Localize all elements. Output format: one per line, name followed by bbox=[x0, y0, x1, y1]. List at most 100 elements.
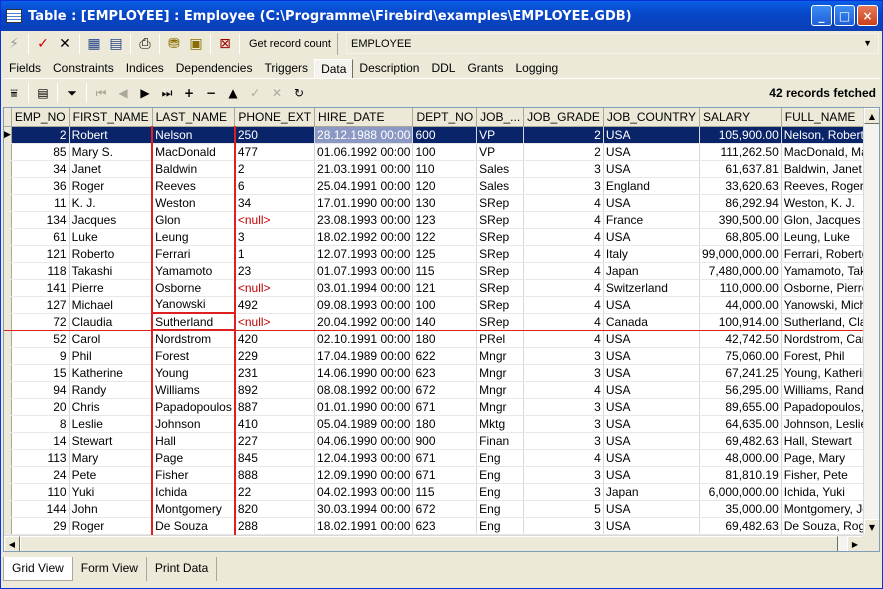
grid-cell[interactable]: Mary S. bbox=[69, 143, 153, 161]
grid-cell[interactable]: Phil bbox=[69, 347, 153, 365]
grid-cell[interactable]: 477 bbox=[234, 143, 316, 161]
grid-cell[interactable]: 672 bbox=[412, 381, 478, 399]
grid-cell[interactable]: 3 bbox=[523, 347, 604, 365]
grid-cell[interactable]: 229 bbox=[234, 347, 316, 365]
grid-cell[interactable]: 03.01.1994 00:00 bbox=[314, 279, 414, 297]
grid-cell[interactable]: SRep bbox=[476, 279, 525, 297]
grid-cell[interactable]: SRep bbox=[476, 211, 525, 229]
grid-cell[interactable]: Carol bbox=[69, 330, 153, 348]
table-row[interactable]: 52 Carol Nordstrom 420 02.10.1991 00:00 180 PR… bbox=[4, 330, 879, 348]
grid-cell[interactable]: 121 bbox=[412, 279, 478, 297]
grid-cell[interactable]: 75,060.00 bbox=[699, 347, 782, 365]
row-indicator[interactable] bbox=[4, 432, 12, 450]
grid-cell[interactable]: 144 bbox=[11, 500, 70, 518]
grid-cell[interactable]: 89,655.00 bbox=[699, 398, 782, 416]
row-indicator[interactable] bbox=[4, 160, 12, 178]
grid-cell[interactable]: Yuki bbox=[69, 483, 153, 501]
grid-cell[interactable]: 141 bbox=[11, 279, 70, 297]
grid-cell[interactable]: 61,637.81 bbox=[699, 160, 782, 178]
column-header[interactable]: DEPT_NO bbox=[412, 108, 478, 127]
scroll-left-icon[interactable]: ◀ bbox=[4, 536, 20, 551]
grid-cell[interactable]: Sales bbox=[476, 160, 525, 178]
column-header[interactable]: EMP_NO bbox=[11, 108, 70, 127]
maximize-button[interactable]: □ bbox=[834, 5, 855, 26]
table-row[interactable]: 24 Pete Fisher 888 12.09.1990 00:00 671 Eng 3 US… bbox=[4, 466, 879, 484]
table-row[interactable]: 8 Leslie Johnson 410 05.04.1989 00:00 180 Mktg… bbox=[4, 415, 879, 433]
grid-cell[interactable]: USA bbox=[603, 296, 701, 314]
grid-cell[interactable]: 34 bbox=[11, 160, 70, 178]
row-indicator[interactable] bbox=[4, 398, 12, 416]
row-indicator[interactable] bbox=[4, 466, 12, 484]
grid-cell[interactable]: 231 bbox=[234, 364, 316, 382]
grid-cell[interactable]: 887 bbox=[234, 398, 316, 416]
print-icon[interactable]: ⎙ bbox=[134, 33, 156, 55]
grid-cell[interactable]: SRep bbox=[476, 262, 525, 280]
grid-cell[interactable]: 180 bbox=[412, 415, 478, 433]
grid-cell[interactable]: Leung bbox=[151, 228, 236, 246]
delete-icon[interactable]: − bbox=[200, 83, 222, 103]
get-record-count-button[interactable]: Get record count bbox=[243, 33, 338, 55]
grid-cell[interactable]: 4 bbox=[523, 194, 604, 212]
grid-cell[interactable]: 115 bbox=[412, 262, 478, 280]
grid-cell[interactable]: Mngr bbox=[476, 347, 525, 365]
grid-cell[interactable]: Reeves bbox=[151, 177, 236, 195]
tab-constraints[interactable]: Constraints bbox=[47, 59, 120, 78]
grid-cell[interactable]: 288 bbox=[234, 517, 316, 535]
column-header[interactable]: JOB_GRADE bbox=[523, 108, 604, 127]
grid-cell[interactable]: 671 bbox=[412, 449, 478, 467]
row-indicator[interactable] bbox=[4, 296, 12, 314]
row-indicator[interactable] bbox=[4, 279, 12, 297]
grid-cell[interactable]: 8 bbox=[11, 415, 70, 433]
next-record-icon[interactable]: ▶ bbox=[134, 83, 156, 103]
grid-cell[interactable]: 20.04.1992 00:00 bbox=[314, 312, 414, 331]
grid-cell[interactable]: 08.08.1992 00:00 bbox=[314, 381, 414, 399]
grid-cell[interactable]: Roberto bbox=[69, 245, 153, 263]
grid-cell[interactable]: SRep bbox=[476, 228, 525, 246]
grid-cell[interactable]: Randy bbox=[69, 381, 153, 399]
grid-cell[interactable]: 14.06.1990 00:00 bbox=[314, 364, 414, 382]
tab-logging[interactable]: Logging bbox=[509, 59, 564, 78]
row-indicator[interactable] bbox=[4, 347, 12, 365]
current-row-icon[interactable]: ▶ bbox=[4, 126, 12, 144]
table-row[interactable]: 36 Roger Reeves 6 25.04.1991 00:00 120 Sales 3 E… bbox=[4, 177, 879, 195]
grid-cell[interactable]: 42,742.50 bbox=[699, 330, 782, 348]
row-indicator[interactable] bbox=[4, 194, 12, 212]
grid-cell[interactable]: 123 bbox=[412, 211, 478, 229]
grid-cell[interactable]: Leslie bbox=[69, 415, 153, 433]
row-indicator[interactable] bbox=[4, 381, 12, 399]
first-record-icon[interactable]: ⏮ bbox=[90, 83, 112, 103]
grid-cell[interactable]: 105,900.00 bbox=[699, 126, 782, 144]
table-row[interactable]: 94 Randy Williams 892 08.08.1992 00:00 672 Mng… bbox=[4, 381, 879, 399]
grid-cell[interactable]: 56,295.00 bbox=[699, 381, 782, 399]
grid-cell[interactable]: 05.04.1989 00:00 bbox=[314, 415, 414, 433]
grid-cell[interactable]: Montgomery bbox=[151, 500, 236, 518]
grid-cell[interactable]: 130 bbox=[412, 194, 478, 212]
scroll-up-icon[interactable]: ▲ bbox=[864, 108, 879, 124]
view-icon[interactable]: ▤ bbox=[32, 83, 54, 103]
vertical-scrollbar[interactable]: ▲ ▼ bbox=[863, 108, 879, 535]
grid-cell[interactable]: 04.06.1990 00:00 bbox=[314, 432, 414, 450]
table-row[interactable]: 110 Yuki Ichida 22 04.02.1993 00:00 115 Eng 3 Ja… bbox=[4, 483, 879, 501]
grid-cell[interactable]: 125 bbox=[412, 245, 478, 263]
grid-cell[interactable]: 100,914.00 bbox=[699, 312, 782, 331]
grid-cell[interactable]: USA bbox=[603, 500, 701, 518]
table-row[interactable]: 61 Luke Leung 3 18.02.1992 00:00 122 SRep 4 USA 6… bbox=[4, 228, 879, 246]
grid-cell[interactable]: 69,482.63 bbox=[699, 517, 782, 535]
grid-cell[interactable]: USA bbox=[603, 330, 701, 348]
grid-cell[interactable]: 6 bbox=[234, 177, 316, 195]
grid-cell[interactable]: 623 bbox=[412, 517, 478, 535]
grid-cell[interactable]: Takashi bbox=[69, 262, 153, 280]
grid-cell[interactable]: 67,241.25 bbox=[699, 364, 782, 382]
tab-ddl[interactable]: DDL bbox=[425, 59, 461, 78]
table-row[interactable]: 20 Chris Papadopoulos 887 01.01.1990 00:00 67… bbox=[4, 398, 879, 416]
table-row[interactable]: 14 Stewart Hall 227 04.06.1990 00:00 900 Finan… bbox=[4, 432, 879, 450]
row-indicator[interactable] bbox=[4, 262, 12, 280]
grid-cell[interactable]: Hall bbox=[151, 432, 236, 450]
grid-cell[interactable]: Robert bbox=[69, 126, 153, 144]
grid-cell[interactable]: USA bbox=[603, 347, 701, 365]
grid-cell[interactable]: Claudia bbox=[69, 312, 153, 331]
grid-cell[interactable]: 100 bbox=[412, 143, 478, 161]
grid-cell[interactable]: 4 bbox=[523, 245, 604, 263]
grid-cell[interactable]: 3 bbox=[523, 483, 604, 501]
grid-cell[interactable]: 4 bbox=[523, 381, 604, 399]
